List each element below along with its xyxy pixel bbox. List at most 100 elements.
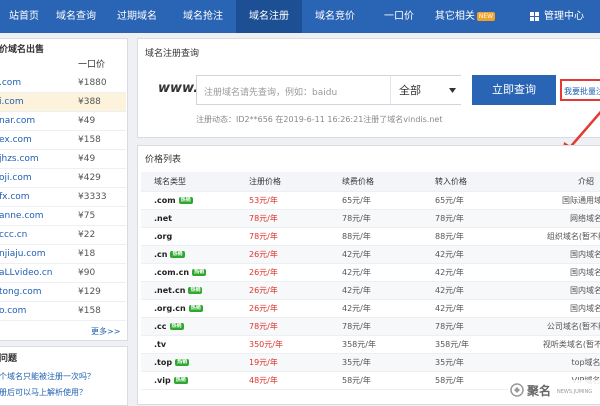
sidebar-price: ¥90: [78, 268, 96, 278]
renew-price: 65元/年: [342, 196, 371, 205]
sidebar-price: ¥18: [78, 249, 96, 259]
sidebar-panel: 价域名出售 一口价 .com ¥1880 i.com ¥388 nar.com ¥49…: [0, 38, 128, 341]
register-price: 78元/年: [249, 232, 278, 241]
hot-badge: 热销: [188, 305, 203, 312]
table-row[interactable]: .cc热销 78元/年 78元/年 78元/年 公司域名(暂不能备案): [141, 318, 600, 336]
sidebar-row[interactable]: ex.com ¥158: [0, 131, 126, 150]
ext-label: .vip: [154, 376, 171, 385]
ext-cell: .tv: [154, 336, 166, 354]
sidebar-domain[interactable]: ex.com: [0, 131, 32, 150]
price-title: 价格列表: [145, 155, 182, 165]
transfer-price: 88元/年: [435, 232, 464, 241]
nav-domain-auction[interactable]: 域名竞价: [302, 0, 368, 33]
price-table-header: 域名类型 注册价格 续费价格 转入价格 介绍: [141, 172, 600, 192]
sidebar-domain[interactable]: ccc.cn: [0, 226, 27, 245]
ext-cell: .com 热销: [154, 192, 193, 210]
sidebar-row[interactable]: tong.com ¥129: [0, 283, 126, 302]
table-row[interactable]: .com热销 53元/年 65元/年 65元/年 国际通用域名: [141, 192, 600, 210]
nav-expired-domains[interactable]: 过期域名: [104, 0, 170, 33]
caret-down-icon: [449, 88, 456, 93]
nav-domain-snapping[interactable]: 域名抢注: [170, 0, 236, 33]
ext-label: .com.cn: [154, 268, 190, 277]
ext-cell: .vip 热销: [154, 372, 188, 390]
suffix-select[interactable]: 全部: [390, 76, 465, 104]
nav-home[interactable]: 站首页: [0, 0, 48, 33]
description: 国内域名: [570, 304, 600, 313]
register-price: 19元/年: [249, 358, 278, 367]
transfer-price: 42元/年: [435, 268, 464, 277]
sidebar-domain[interactable]: jhzs.com: [0, 150, 39, 169]
faq-item[interactable]: 册后可以马上解析使用？: [0, 387, 87, 398]
www-label: www.: [158, 81, 199, 96]
sidebar-domain[interactable]: njiaju.com: [0, 245, 46, 264]
nav-fixed-price[interactable]: 一口价: [368, 0, 430, 33]
transfer-price: 58元/年: [435, 376, 464, 385]
register-price: 78元/年: [249, 322, 278, 331]
ext-cell: .org.cn 热销: [154, 300, 203, 318]
sidebar-row[interactable]: fx.com ¥3333: [0, 188, 126, 207]
price-table: 域名类型 注册价格 续费价格 转入价格 介绍 .com 热销 53元/年 65元/…: [141, 172, 600, 406]
sidebar-row[interactable]: o.com ¥158: [0, 302, 126, 321]
sidebar-row[interactable]: njiaju.com ¥18: [0, 245, 126, 264]
search-submit-button[interactable]: 立即查询: [472, 75, 556, 105]
ext-label: .cn: [154, 250, 168, 259]
sidebar-row[interactable]: aLLvideo.cn ¥90: [0, 264, 126, 283]
sidebar-row[interactable]: ccc.cn ¥22: [0, 226, 126, 245]
sidebar-row[interactable]: anne.com ¥75: [0, 207, 126, 226]
ext-label: .org.cn: [154, 304, 186, 313]
header-register: 注册价格: [249, 177, 281, 186]
nav-domain-search[interactable]: 域名查询: [48, 0, 104, 33]
sidebar-row[interactable]: nar.com ¥49: [0, 112, 126, 131]
sidebar-row[interactable]: i.com ¥388: [0, 93, 126, 112]
sidebar-domain[interactable]: oji.com: [0, 169, 32, 188]
watermark-sub: NEWS.JUMING: [557, 389, 593, 395]
sidebar-price: ¥75: [78, 211, 96, 221]
nav-management-center[interactable]: 管理中心: [530, 0, 600, 33]
top-nav: 站首页 域名查询 过期域名 域名抢注 域名注册 域名竞价 一口价 其它相关 NEW…: [0, 0, 600, 33]
table-row[interactable]: .org.cn 热销 26元/年 42元/年 42元/年 国内域名: [141, 300, 600, 318]
sidebar-domain[interactable]: o.com: [0, 302, 26, 321]
description: 国内域名: [570, 286, 600, 295]
description: 组织域名(暂不能备案): [546, 232, 600, 241]
sidebar-row[interactable]: .com ¥1880: [0, 74, 126, 93]
sidebar-row[interactable]: jhzs.com ¥49: [0, 150, 126, 169]
table-row[interactable]: .com.cn 热销 26元/年 42元/年 42元/年 国内域名: [141, 264, 600, 282]
ext-label: .net.cn: [154, 286, 186, 295]
sidebar-more-link[interactable]: 更多>>: [91, 326, 120, 337]
hot-badge: 热销: [173, 377, 188, 384]
nav-other-label: 其它相关: [434, 11, 475, 22]
table-row[interactable]: .top 热销 19元/年 35元/年 35元/年 top域名: [141, 354, 600, 372]
description: 国内域名: [570, 250, 600, 259]
transfer-price: 65元/年: [435, 196, 464, 205]
sidebar-row[interactable]: oji.com ¥429: [0, 169, 126, 188]
sidebar-domain[interactable]: .com: [0, 74, 21, 93]
table-row[interactable]: .net 78元/年 78元/年 78元/年 网络域名: [141, 210, 600, 228]
sidebar-domain[interactable]: tong.com: [0, 283, 42, 302]
table-row[interactable]: .net.cn 热销 26元/年 42元/年 42元/年 国内域名: [141, 282, 600, 300]
sidebar-price: ¥129: [78, 287, 101, 297]
ext-label: .top: [154, 358, 173, 367]
search-title: 域名注册查询: [145, 49, 200, 59]
sidebar-domain[interactable]: anne.com: [0, 207, 44, 226]
hot-badge: 热销: [188, 287, 203, 294]
nav-other[interactable]: 其它相关 NEW: [430, 0, 500, 33]
table-row[interactable]: .org 78元/年 88元/年 88元/年 组织域名(暂不能备案): [141, 228, 600, 246]
nav-management-label: 管理中心: [544, 11, 584, 22]
header-transfer: 转入价格: [435, 177, 467, 186]
sidebar-domain[interactable]: nar.com: [0, 112, 35, 131]
price-panel: 价格列表 域名类型 注册价格 续费价格 转入价格 介绍 .com 热销 53元/年…: [137, 145, 600, 405]
table-row[interactable]: .tv 350元/年 358元/年 358元/年 视听类域名(暂不能备案): [141, 336, 600, 354]
sidebar-domain[interactable]: fx.com: [0, 188, 30, 207]
sidebar-price: ¥158: [78, 135, 101, 145]
sidebar-price: ¥49: [78, 116, 96, 126]
sidebar-domain[interactable]: i.com: [0, 93, 24, 112]
sidebar-domain[interactable]: aLLvideo.cn: [0, 264, 52, 283]
faq-item[interactable]: 个域名只能被注册一次吗？: [0, 371, 95, 382]
ext-cell: .top 热销: [154, 354, 190, 372]
registration-news: 注册动态：ID2**656 在2019-6-11 16:26:21注册了域名vi…: [196, 115, 443, 124]
ext-label: .cc: [154, 322, 167, 331]
nav-domain-register[interactable]: 域名注册: [236, 0, 302, 33]
description: 视听类域名(暂不能备案): [542, 340, 600, 349]
register-price: 350元/年: [249, 340, 283, 349]
table-row[interactable]: .cn 热销 26元/年 42元/年 42元/年 国内域名: [141, 246, 600, 264]
